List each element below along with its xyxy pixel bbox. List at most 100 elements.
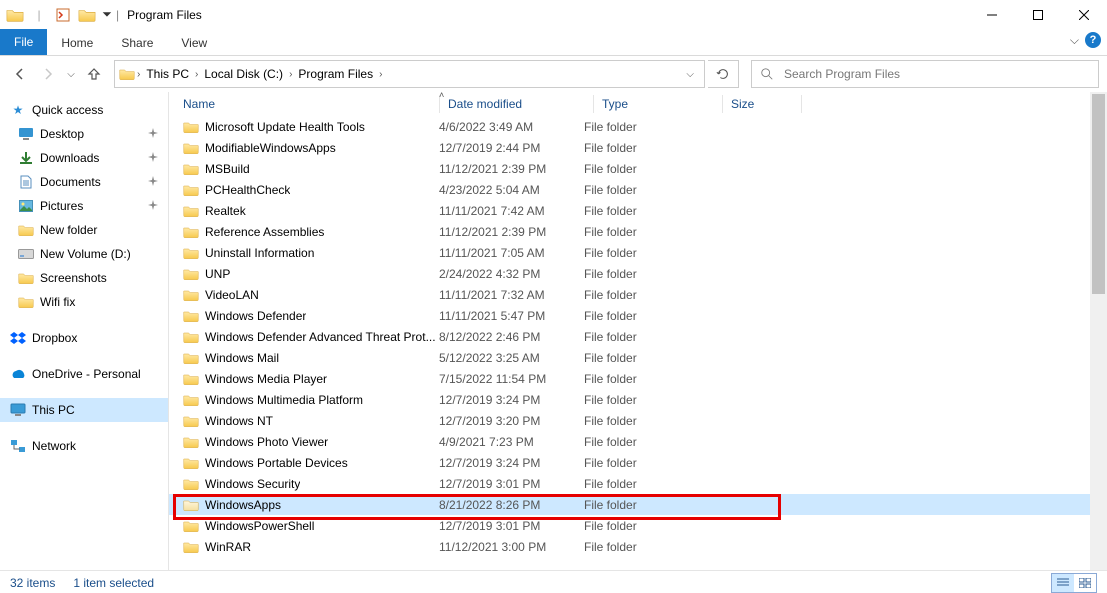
sidebar-item-new-volume-d-[interactable]: New Volume (D:) <box>0 242 168 266</box>
file-date: 12/7/2019 3:01 PM <box>439 519 584 533</box>
folder-icon <box>183 245 199 261</box>
file-row[interactable]: WindowsApps8/21/2022 8:26 PMFile folder <box>169 494 1107 515</box>
file-row[interactable]: WinRAR11/12/2021 3:00 PMFile folder <box>169 536 1107 557</box>
sidebar-item-onedrive[interactable]: OneDrive - Personal <box>0 362 168 386</box>
column-header-name[interactable]: Name <box>183 92 439 116</box>
file-type: File folder <box>584 204 704 218</box>
details-view-button[interactable] <box>1052 574 1074 592</box>
scrollbar[interactable] <box>1090 92 1107 570</box>
file-row[interactable]: Windows Mail5/12/2022 3:25 AMFile folder <box>169 347 1107 368</box>
file-row[interactable]: VideoLAN11/11/2021 7:32 AMFile folder <box>169 284 1107 305</box>
sidebar-item-new-folder[interactable]: New folder <box>0 218 168 242</box>
status-selection-count: 1 item selected <box>73 576 154 590</box>
file-tab[interactable]: File <box>0 29 47 55</box>
file-row[interactable]: Windows Photo Viewer4/9/2021 7:23 PMFile… <box>169 431 1107 452</box>
home-tab[interactable]: Home <box>47 31 107 55</box>
file-row[interactable]: Windows Defender11/11/2021 5:47 PMFile f… <box>169 305 1107 326</box>
folder-icon <box>183 413 199 429</box>
status-item-count: 32 items <box>10 576 55 590</box>
file-row[interactable]: Windows Multimedia Platform12/7/2019 3:2… <box>169 389 1107 410</box>
sidebar-item-screenshots[interactable]: Screenshots <box>0 266 168 290</box>
window-title: Program Files <box>127 8 202 22</box>
qat-folder-icon[interactable] <box>4 4 26 26</box>
file-row[interactable]: Uninstall Information11/11/2021 7:05 AMF… <box>169 242 1107 263</box>
file-type: File folder <box>584 330 704 344</box>
column-header-date[interactable]: Date modified <box>448 92 593 116</box>
search-box[interactable] <box>751 60 1099 88</box>
address-bar[interactable]: › This PC › Local Disk (C:) › Program Fi… <box>114 60 705 88</box>
qat-new-folder-icon[interactable] <box>76 4 98 26</box>
chevron-right-icon[interactable]: › <box>287 69 294 80</box>
chevron-right-icon[interactable]: › <box>135 69 142 80</box>
sidebar-item-wifi-fix[interactable]: Wifi fix <box>0 290 168 314</box>
sidebar-item-network[interactable]: Network <box>0 434 168 458</box>
qat-properties-icon[interactable] <box>52 4 74 26</box>
file-date: 2/24/2022 4:32 PM <box>439 267 584 281</box>
file-row[interactable]: PCHealthCheck4/23/2022 5:04 AMFile folde… <box>169 179 1107 200</box>
file-row[interactable]: Realtek11/11/2021 7:42 AMFile folder <box>169 200 1107 221</box>
back-button[interactable] <box>8 62 32 86</box>
help-icon[interactable]: ? <box>1085 32 1101 48</box>
view-tab[interactable]: View <box>167 31 221 55</box>
file-row[interactable]: Windows Security12/7/2019 3:01 PMFile fo… <box>169 473 1107 494</box>
forward-button[interactable] <box>36 62 60 86</box>
maximize-button[interactable] <box>1015 0 1061 29</box>
breadcrumb-program-files[interactable]: Program Files <box>294 67 377 81</box>
file-name: UNP <box>205 267 230 281</box>
folder-icon <box>183 518 199 534</box>
file-type: File folder <box>584 288 704 302</box>
up-button[interactable] <box>82 62 106 86</box>
column-header-type[interactable]: Type <box>602 92 722 116</box>
address-dropdown-icon[interactable]: ⌵ <box>686 69 694 80</box>
qat-customize-dropdown[interactable]: ⏷ <box>100 4 114 26</box>
close-button[interactable] <box>1061 0 1107 29</box>
breadcrumb-local-disk[interactable]: Local Disk (C:) <box>200 67 287 81</box>
file-type: File folder <box>584 309 704 323</box>
breadcrumb-this-pc[interactable]: This PC <box>142 67 193 81</box>
refresh-button[interactable] <box>708 60 739 88</box>
sidebar-item-dropbox[interactable]: Dropbox <box>0 326 168 350</box>
sidebar-item-documents[interactable]: Documents <box>0 170 168 194</box>
file-row[interactable]: Windows Defender Advanced Threat Prot...… <box>169 326 1107 347</box>
file-date: 11/12/2021 2:39 PM <box>439 225 584 239</box>
sidebar-item-quick-access[interactable]: ★ Quick access <box>0 98 168 122</box>
file-row[interactable]: Microsoft Update Health Tools4/6/2022 3:… <box>169 116 1107 137</box>
column-header-size[interactable]: Size <box>731 92 801 116</box>
title-separator: | <box>116 8 119 22</box>
file-row[interactable]: ModifiableWindowsApps12/7/2019 2:44 PMFi… <box>169 137 1107 158</box>
file-name: ModifiableWindowsApps <box>205 141 336 155</box>
chevron-right-icon[interactable]: › <box>377 69 384 80</box>
expand-ribbon-icon[interactable]: ⌵ <box>1070 33 1079 48</box>
recent-dropdown[interactable]: ⌵ <box>64 62 78 86</box>
column-headers: ˄ Name Date modified Type Size <box>169 92 1107 116</box>
file-row[interactable]: Windows Media Player7/15/2022 11:54 PMFi… <box>169 368 1107 389</box>
share-tab[interactable]: Share <box>107 31 167 55</box>
file-name: WinRAR <box>205 540 251 554</box>
sidebar-item-this-pc[interactable]: This PC <box>0 398 168 422</box>
file-name: VideoLAN <box>205 288 259 302</box>
file-row[interactable]: WindowsPowerShell12/7/2019 3:01 PMFile f… <box>169 515 1107 536</box>
file-name: Windows NT <box>205 414 273 428</box>
scrollbar-thumb[interactable] <box>1092 94 1105 294</box>
sidebar-item-desktop[interactable]: Desktop <box>0 122 168 146</box>
file-name: MSBuild <box>205 162 250 176</box>
file-row[interactable]: Windows Portable Devices12/7/2019 3:24 P… <box>169 452 1107 473</box>
file-row[interactable]: UNP2/24/2022 4:32 PMFile folder <box>169 263 1107 284</box>
search-input[interactable] <box>782 66 1090 82</box>
file-name: Windows Media Player <box>205 372 327 386</box>
file-row[interactable]: MSBuild11/12/2021 2:39 PMFile folder <box>169 158 1107 179</box>
file-name: Windows Portable Devices <box>205 456 348 470</box>
sidebar-item-pictures[interactable]: Pictures <box>0 194 168 218</box>
sidebar-item-downloads[interactable]: Downloads <box>0 146 168 170</box>
minimize-button[interactable] <box>969 0 1015 29</box>
file-date: 4/6/2022 3:49 AM <box>439 120 584 134</box>
folder-icon <box>183 224 199 240</box>
file-name: Windows Mail <box>205 351 279 365</box>
file-row[interactable]: Reference Assemblies11/12/2021 2:39 PMFi… <box>169 221 1107 242</box>
file-date: 11/12/2021 3:00 PM <box>439 540 584 554</box>
thumbnails-view-button[interactable] <box>1074 574 1096 592</box>
file-date: 5/12/2022 3:25 AM <box>439 351 584 365</box>
status-bar: 32 items 1 item selected <box>0 570 1107 593</box>
file-row[interactable]: Windows NT12/7/2019 3:20 PMFile folder <box>169 410 1107 431</box>
chevron-right-icon[interactable]: › <box>193 69 200 80</box>
